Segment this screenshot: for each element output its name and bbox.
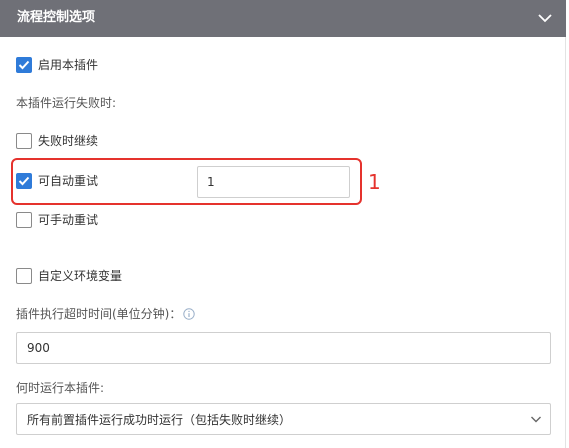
on-failure-heading: 本插件运行失败时: [16, 96, 117, 110]
checkmark-icon [18, 60, 30, 70]
timeout-label-row: 插件执行超时时间(单位分钟)： [16, 305, 196, 323]
timeout-label: 插件执行超时时间(单位分钟)： [16, 307, 182, 321]
info-icon[interactable] [183, 308, 196, 320]
auto-retry-checkbox[interactable] [16, 173, 32, 189]
enable-plugin-label: 启用本插件 [38, 58, 99, 72]
run-condition-select[interactable]: 所有前置插件运行成功时运行（包括失败时继续） [16, 403, 551, 435]
checkmark-icon [18, 176, 30, 186]
panel-title: 流程控制选项 [17, 10, 96, 25]
panel-header[interactable]: 流程控制选项 [0, 0, 566, 37]
custom-env-checkbox[interactable] [16, 268, 32, 284]
manual-retry-option[interactable]: 可手动重试 [16, 211, 98, 229]
auto-retry-label: 可自动重试 [38, 174, 99, 188]
custom-env-label: 自定义环境变量 [38, 269, 123, 283]
continue-on-fail-checkbox[interactable] [16, 133, 32, 149]
auto-retry-option[interactable]: 可自动重试 [16, 172, 98, 190]
custom-env-option[interactable]: 自定义环境变量 [16, 267, 122, 285]
manual-retry-checkbox[interactable] [16, 212, 32, 228]
run-condition-label: 何时运行本插件: [16, 381, 105, 395]
auto-retry-count-input[interactable] [197, 166, 350, 198]
timeout-input[interactable] [16, 332, 551, 364]
chevron-down-icon[interactable] [537, 11, 553, 25]
enable-plugin-option[interactable]: 启用本插件 [16, 56, 98, 74]
chevron-down-icon [531, 416, 541, 423]
continue-on-fail-option[interactable]: 失败时继续 [16, 132, 98, 150]
run-condition-value: 所有前置插件运行成功时运行（包括失败时继续） [27, 413, 292, 427]
continue-on-fail-label: 失败时继续 [38, 134, 99, 148]
flow-control-panel: 流程控制选项 启用本插件 本插件运行失败时: 失败时继续 1 可自动重试 1 可… [0, 0, 566, 448]
enable-plugin-checkbox[interactable] [16, 57, 32, 73]
manual-retry-label: 可手动重试 [38, 213, 99, 227]
annotation-number: 1 [368, 170, 381, 194]
